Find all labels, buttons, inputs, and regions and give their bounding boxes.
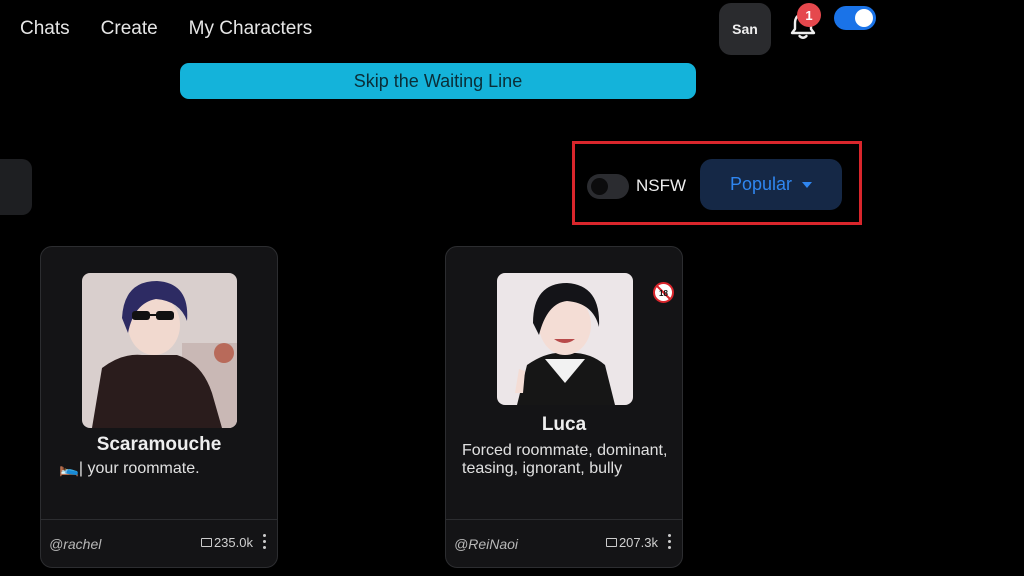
age-18-badge-icon: 18 [653,282,674,303]
character-card[interactable]: Scaramouche 🛌| your roommate. @rachel 23… [40,246,278,568]
more-options-icon[interactable] [259,531,269,553]
svg-text:18: 18 [659,289,668,298]
nsfw-label: NSFW [636,176,687,195]
character-image [497,273,633,405]
author-link[interactable]: @ReiNaoi [454,536,518,552]
nav-create[interactable]: Create [101,18,158,40]
person-in-bed-icon: 🛌 [59,460,79,477]
caret-down-icon [802,181,813,188]
mail-icon [200,538,212,547]
sort-dropdown-label: Popular [729,174,793,194]
chat-count: 207.3k [605,535,658,550]
notification-badge: 1 [797,3,821,27]
card-footer: @rachel 235.0k [41,519,277,567]
nav-chats[interactable]: Chats [20,18,70,40]
character-image [82,273,237,428]
nsfw-toggle[interactable] [587,174,629,199]
chat-count: 235.0k [200,535,253,550]
character-description: 🛌| your roommate. [59,460,200,477]
top-nav: Chats Create My Characters [20,18,312,40]
left-panel-edge[interactable] [0,159,32,215]
more-options-icon[interactable] [664,531,674,553]
character-card[interactable]: 18 Luca Forced roommate, dominant, teasi… [445,246,683,568]
character-name: Luca [541,414,587,435]
character-description: Forced roommate, dominant, teasing, igno… [462,442,668,477]
theme-toggle[interactable] [834,6,876,30]
mail-icon [605,538,617,547]
nav-my-characters[interactable]: My Characters [189,18,313,40]
character-name: Scaramouche [96,434,222,455]
user-avatar-button[interactable]: San [719,3,771,55]
card-footer: @ReiNaoi 207.3k [446,519,682,567]
author-link[interactable]: @rachel [49,536,101,552]
skip-waiting-line-button[interactable]: Skip the Waiting Line [180,63,696,99]
sort-dropdown[interactable]: Popular [700,159,842,210]
